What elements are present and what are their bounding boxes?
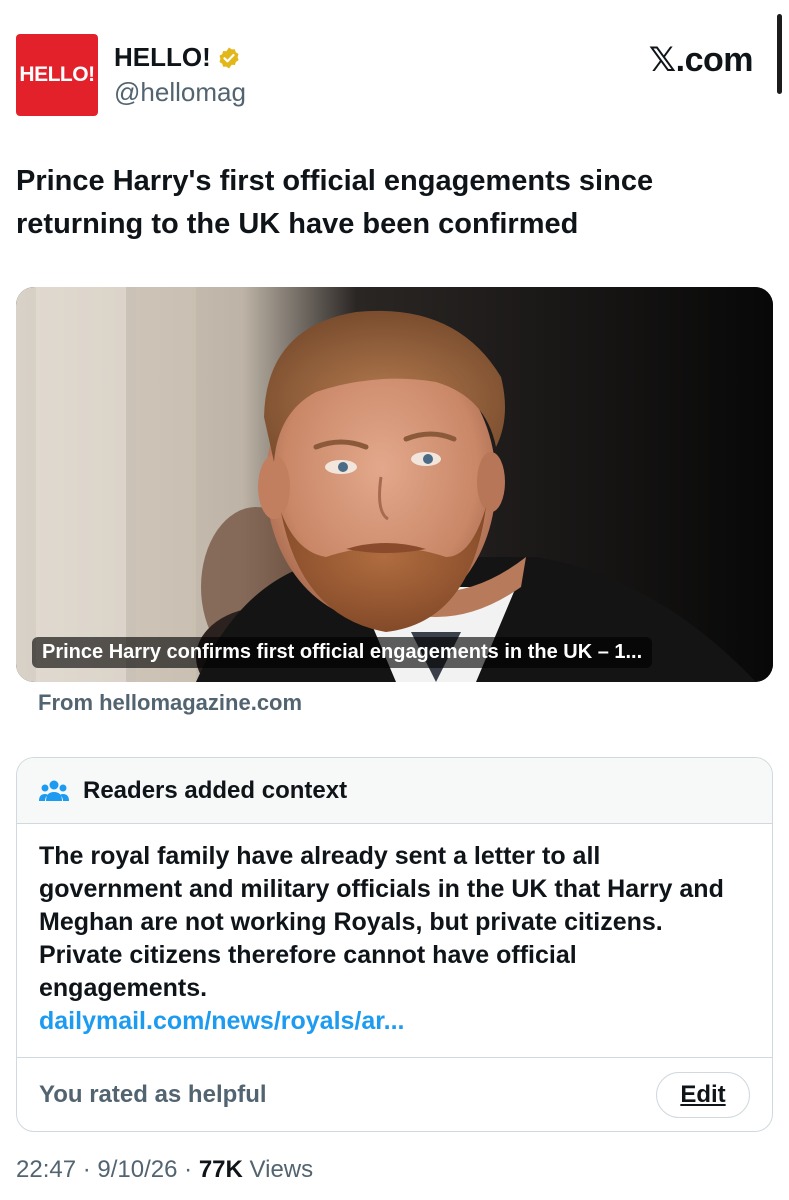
logo-text: HELLO! xyxy=(19,63,95,86)
site-suffix: .com xyxy=(675,41,754,79)
tweet-text: Prince Harry's first official engagement… xyxy=(16,165,654,240)
people-icon xyxy=(39,780,69,801)
author-name[interactable]: HELLO! xyxy=(114,42,211,73)
tweet-date[interactable]: 9/10/26 xyxy=(97,1156,177,1183)
x-logo-icon: 𝕏 xyxy=(648,40,676,80)
tweet-header: HELLO! HELLO! @hellomag 𝕏.com xyxy=(16,32,773,116)
scrollbar[interactable] xyxy=(777,14,782,94)
community-note: Readers added context The royal family h… xyxy=(16,757,773,1132)
views-label: Views xyxy=(249,1156,314,1183)
community-note-body: The royal family have already sent a let… xyxy=(17,824,772,1058)
author-block[interactable]: HELLO! @hellomag xyxy=(114,42,246,108)
community-note-header: Readers added context xyxy=(17,758,772,824)
views-count: 77K xyxy=(198,1156,243,1183)
harry-photo-illustration xyxy=(16,287,773,682)
community-note-title: Readers added context xyxy=(83,776,348,804)
link-card-title[interactable]: Prince Harry confirms first official eng… xyxy=(32,637,653,668)
verified-badge-icon xyxy=(219,47,239,68)
community-note-text: The royal family have already sent a let… xyxy=(39,842,724,1002)
link-card-image[interactable]: Prince Harry confirms first official eng… xyxy=(16,287,773,682)
tweet-meta: 22:47 · 9/10/26 · 77K Views xyxy=(16,1156,313,1184)
author-handle[interactable]: @hellomag xyxy=(114,77,246,108)
community-note-link[interactable]: dailymail.com/news/royals/ar... xyxy=(39,1005,750,1038)
community-note-footer: You rated as helpful Edit xyxy=(17,1058,772,1131)
hello-logo-avatar[interactable]: HELLO! xyxy=(16,34,98,116)
link-card-source[interactable]: From hellomagazine.com xyxy=(38,690,302,716)
tweet-time[interactable]: 22:47 xyxy=(16,1156,76,1183)
edit-rating-button[interactable]: Edit xyxy=(656,1072,750,1118)
x-com-watermark: 𝕏.com xyxy=(648,40,754,80)
rating-status: You rated as helpful xyxy=(39,1081,267,1108)
meta-separator: · xyxy=(82,1156,91,1183)
meta-separator: · xyxy=(184,1156,193,1183)
